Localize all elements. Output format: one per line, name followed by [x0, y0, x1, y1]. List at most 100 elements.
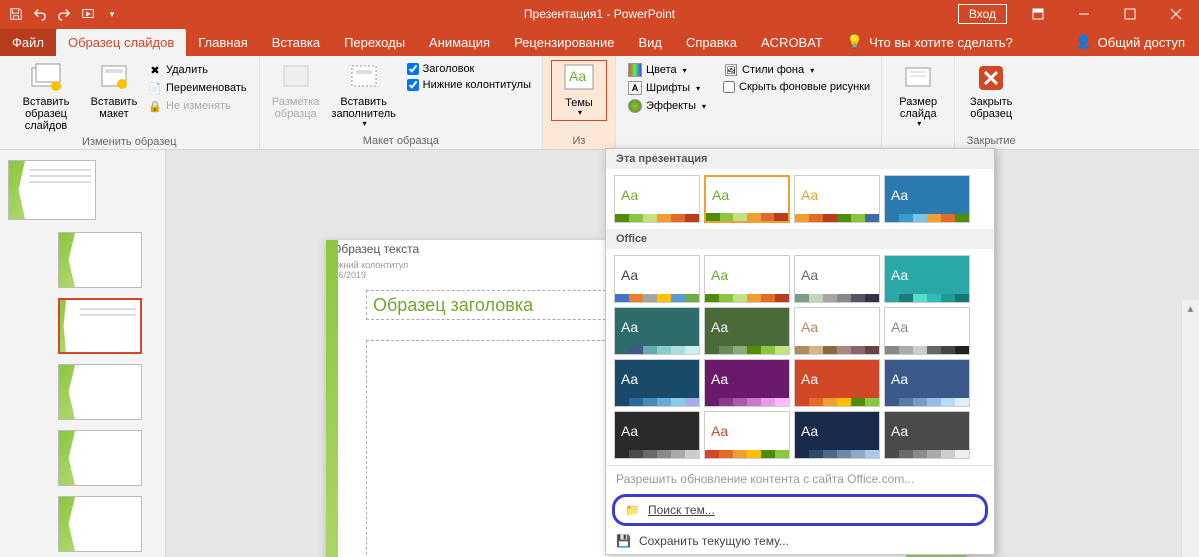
folder-icon: 📁: [625, 503, 640, 517]
theme-tile[interactable]: Aa: [884, 175, 970, 223]
theme-tile[interactable]: Aa: [884, 359, 970, 407]
signin-button[interactable]: Вход: [958, 4, 1007, 24]
maximize-icon[interactable]: [1107, 0, 1153, 28]
theme-tile[interactable]: Aa: [794, 255, 880, 303]
share-button[interactable]: 👤 Общий доступ: [1061, 28, 1199, 56]
themes-button[interactable]: Aa Темы▾: [551, 60, 607, 121]
delete-button[interactable]: ✖Удалить: [146, 62, 249, 78]
layout-thumbnail-4[interactable]: [58, 430, 142, 486]
themes-footer: Разрешить обновление контента с сайта Of…: [606, 465, 994, 554]
start-slideshow-icon[interactable]: [76, 2, 100, 26]
theme-tile[interactable]: Aa: [884, 307, 970, 355]
theme-tile[interactable]: Aa: [884, 411, 970, 459]
scroll-up-icon[interactable]: ▲: [1182, 300, 1199, 318]
group-close: Закрыть образец Закрытие: [955, 56, 1027, 149]
themes-icon: Aa: [563, 63, 595, 95]
enable-office-content: Разрешить обновление контента с сайта Of…: [606, 466, 994, 492]
tab-slide-master[interactable]: Образец слайдов: [56, 29, 186, 56]
theme-tile[interactable]: Aa: [704, 175, 790, 223]
theme-tile[interactable]: Aa: [614, 255, 700, 303]
group-label-background: [624, 133, 873, 147]
tab-home[interactable]: Главная: [186, 29, 259, 56]
theme-tile[interactable]: Aa: [794, 307, 880, 355]
cb-title[interactable]: Заголовок: [406, 62, 532, 76]
fonts-button[interactable]: AШрифты▾: [626, 80, 708, 96]
tab-file[interactable]: Файл: [0, 29, 56, 56]
theme-tile[interactable]: Aa: [704, 359, 790, 407]
slide-accent-left: [326, 240, 338, 557]
preserve-icon: 🔒: [148, 99, 162, 113]
close-master-button[interactable]: Закрыть образец: [963, 60, 1019, 122]
effects-icon: [628, 99, 642, 113]
theme-tile[interactable]: Aa: [614, 175, 700, 223]
layout-thumbnail-2[interactable]: [58, 298, 142, 354]
qat-customize-icon[interactable]: ▾: [100, 2, 124, 26]
layout-thumbnail-1[interactable]: [58, 232, 142, 288]
layout-thumbnail-3[interactable]: [58, 364, 142, 420]
theme-tile[interactable]: Aa: [884, 255, 970, 303]
bulb-icon: 💡: [847, 34, 863, 50]
save-icon[interactable]: [4, 2, 28, 26]
bg-styles-icon: 🖼: [724, 63, 738, 77]
theme-tile[interactable]: Aa: [614, 411, 700, 459]
master-thumbnail[interactable]: [8, 160, 96, 220]
cb-footers[interactable]: Нижние колонтитулы: [406, 78, 532, 92]
placeholder-icon: [348, 62, 380, 94]
quick-access-toolbar: ▾: [0, 2, 128, 26]
ribbon-display-options-icon[interactable]: [1015, 0, 1061, 28]
effects-button[interactable]: Эффекты▾: [626, 98, 708, 114]
redo-icon[interactable]: [52, 2, 76, 26]
group-background: Цвета▾ AШрифты▾ Эффекты▾ 🖼Стили фона▾ Ск…: [616, 56, 882, 149]
close-icon[interactable]: [1153, 0, 1199, 28]
tab-transitions[interactable]: Переходы: [332, 29, 417, 56]
theme-tile[interactable]: Aa: [614, 359, 700, 407]
insert-layout-label: Вставить макет: [90, 96, 138, 120]
browse-themes-button[interactable]: 📁 Поиск тем...: [612, 494, 988, 526]
themes-section-this-presentation: Эта презентация: [606, 149, 994, 169]
save-icon: 💾: [616, 534, 631, 548]
insert-layout-button[interactable]: Вставить макет: [86, 60, 142, 122]
theme-tile[interactable]: Aa: [614, 307, 700, 355]
insert-placeholder-button[interactable]: Вставить заполнитель▾: [326, 60, 402, 131]
group-size: Размер слайда▾: [882, 56, 955, 149]
minimize-icon[interactable]: [1061, 0, 1107, 28]
tab-review[interactable]: Рецензирование: [502, 29, 626, 56]
tell-me-label: Что вы хотите сделать?: [869, 35, 1013, 50]
thumbnail-panel[interactable]: [0, 150, 166, 557]
slide-size-button[interactable]: Размер слайда▾: [890, 60, 946, 131]
tell-me-search[interactable]: 💡 Что вы хотите сделать?: [835, 28, 1025, 56]
tab-acrobat[interactable]: ACROBAT: [749, 29, 835, 56]
save-current-theme-button[interactable]: 💾 Сохранить текущую тему...: [606, 528, 994, 554]
cb-hide-bg[interactable]: Скрыть фоновые рисунки: [722, 80, 871, 94]
theme-tile[interactable]: Aa: [704, 411, 790, 459]
title-placeholder[interactable]: Образец заголовка: [366, 290, 616, 320]
tab-insert[interactable]: Вставка: [260, 29, 332, 56]
share-label: Общий доступ: [1098, 35, 1185, 50]
footer-placeholder[interactable]: Нижний колонтитул: [326, 260, 506, 270]
close-master-icon: [975, 62, 1007, 94]
tab-animations[interactable]: Анимация: [417, 29, 502, 56]
tab-help[interactable]: Справка: [674, 29, 749, 56]
theme-tile[interactable]: Aa: [794, 359, 880, 407]
body-placeholder[interactable]: Образец текста: [326, 240, 576, 260]
theme-tile[interactable]: Aa: [794, 175, 880, 223]
group-themes: Aa Темы▾ Из: [543, 56, 616, 149]
theme-tile[interactable]: Aa: [704, 307, 790, 355]
theme-tile[interactable]: Aa: [794, 411, 880, 459]
vertical-scrollbar[interactable]: ▲: [1181, 300, 1199, 557]
rename-button[interactable]: 📄Переименовать: [146, 80, 249, 96]
colors-button[interactable]: Цвета▾: [626, 62, 708, 78]
layout-thumbnail-5[interactable]: [58, 496, 142, 552]
bg-styles-button[interactable]: 🖼Стили фона▾: [722, 62, 871, 78]
fonts-icon: A: [628, 81, 642, 95]
theme-tile[interactable]: Aa: [704, 255, 790, 303]
tab-view[interactable]: Вид: [626, 29, 674, 56]
master-layout-icon: [280, 62, 312, 94]
ribbon-tabs: Файл Образец слайдов Главная Вставка Пер…: [0, 28, 1199, 56]
themes-dropdown: Эта презентация AaAaAaAa Office AaAaAaAa…: [605, 148, 995, 555]
group-label-themes: Из: [551, 133, 607, 147]
group-label-edit-master: Изменить образец: [8, 134, 251, 148]
insert-slide-master-button[interactable]: Вставить образец слайдов: [8, 60, 84, 134]
undo-icon[interactable]: [28, 2, 52, 26]
ribbon-body: Вставить образец слайдов Вставить макет …: [0, 56, 1199, 150]
